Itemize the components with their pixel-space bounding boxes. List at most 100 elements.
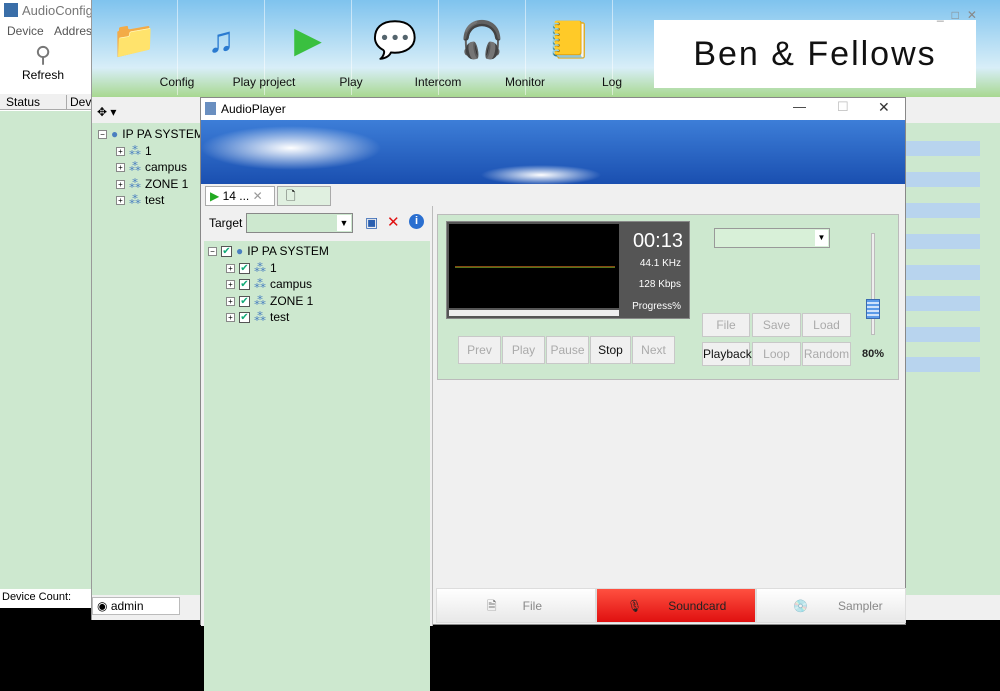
play-button[interactable]: Play	[502, 336, 545, 364]
checkbox[interactable]: ✔	[221, 246, 232, 258]
tree-node[interactable]: + ✔ ⁂ 1	[208, 260, 430, 277]
player-titlebar: AudioPlayer — ☐ ✕	[201, 98, 905, 120]
checkbox[interactable]: ✔	[239, 312, 250, 324]
stop-button[interactable]: Stop	[590, 336, 631, 364]
window-title: AudioConfig	[22, 3, 93, 18]
menu-device[interactable]: Device	[7, 24, 44, 38]
chat-bubble-icon: 💬	[372, 19, 418, 60]
target-tree[interactable]: − ✔ ● IP PA SYSTEM + ✔ ⁂ 1 + ✔ ⁂ campus + ✔ ⁂ ZONE 1…	[204, 241, 430, 691]
maximize-button[interactable]: ☐	[837, 99, 849, 115]
play-icon: ▶	[210, 189, 220, 203]
tree-node[interactable]: + ✔ ⁂ campus	[208, 276, 430, 293]
tree-menu[interactable]: ✥ ▾	[92, 105, 201, 123]
sky-banner	[201, 120, 905, 184]
new-tab-button[interactable]: 🗋	[277, 186, 331, 206]
volume-slider-thumb[interactable]	[866, 299, 880, 319]
source-tab-sampler[interactable]: 💿 Sampler	[756, 588, 906, 623]
toolbar-play-project-button[interactable]: ♫ Play project	[178, 0, 295, 95]
zone-tree[interactable]: − ● IP PA SYSTEM + ⁂ 1 + ⁂ campus + ⁂ ZONE 1 + ⁂ t…	[92, 123, 204, 595]
audio-file-icon: 🗎	[487, 599, 497, 613]
window-controls[interactable]: _□✕	[937, 8, 985, 22]
random-button[interactable]: Random	[802, 342, 851, 366]
toolbar-play-button[interactable]: ▶ Play	[265, 0, 363, 95]
column-device[interactable]: Dev	[66, 95, 91, 109]
waveform-display	[449, 224, 619, 308]
magnifier-icon: ⚲	[34, 42, 52, 67]
minimize-button[interactable]: —	[793, 99, 806, 114]
info-icon[interactable]: i	[409, 214, 424, 229]
player-title: AudioPlayer	[221, 102, 286, 116]
player-app-icon	[205, 102, 216, 115]
refresh-button[interactable]: ⚲ Refresh	[10, 42, 76, 88]
column-status[interactable]: Status	[6, 95, 40, 109]
globe-icon: ●	[111, 127, 119, 141]
headphones-icon: 🎧	[459, 19, 505, 60]
target-select[interactable]: ▼	[246, 213, 353, 233]
folder-gear-icon: 📁	[111, 19, 157, 60]
volume-slider-track[interactable]	[871, 233, 875, 335]
progress-label: Progress%	[632, 301, 681, 312]
network-icon: ⁂	[129, 160, 141, 174]
network-icon: ⁂	[254, 260, 266, 275]
progress-bar[interactable]	[449, 310, 619, 316]
globe-icon: ●	[236, 244, 244, 258]
bitrate: 128 Kbps	[638, 279, 681, 290]
tree-root[interactable]: − ✔ ● IP PA SYSTEM	[208, 243, 430, 260]
playback-button[interactable]: Playback	[702, 342, 752, 366]
tree-root[interactable]: − ● IP PA SYSTEM	[98, 126, 204, 143]
pause-button[interactable]: Pause	[546, 336, 589, 364]
toolbar-monitor-button[interactable]: 🎧 Monitor	[439, 0, 545, 95]
network-icon: ⁂	[129, 193, 141, 207]
tree-node[interactable]: + ✔ ⁂ ZONE 1	[208, 293, 430, 310]
sample-rate: 44.1 KHz	[639, 258, 681, 269]
next-button[interactable]: Next	[632, 336, 675, 364]
tree-node[interactable]: + ✔ ⁂ test	[208, 309, 430, 326]
tree-node[interactable]: + ⁂ test	[98, 192, 201, 209]
player-panel: 00:13 44.1 KHz 128 Kbps Progress% Prev P…	[437, 214, 899, 380]
time-display: 00:13	[632, 230, 683, 252]
toolbar-log-button[interactable]: 📒 Log	[526, 0, 622, 95]
checkbox[interactable]: ✔	[239, 262, 250, 274]
network-icon: ⁂	[254, 293, 266, 308]
music-disc-icon: ♫	[207, 19, 235, 60]
logo: Ben & Fellows	[654, 20, 976, 88]
audioplayer-window: AudioPlayer — ☐ ✕ ▶ 14 ... ✕ 🗋 Target ▼ …	[200, 97, 906, 691]
delete-icon[interactable]: ✕	[387, 213, 400, 231]
save-button[interactable]: Save	[752, 313, 801, 337]
file-button[interactable]: File	[702, 313, 750, 337]
network-icon: ⁂	[129, 143, 141, 158]
network-icon: ⁂	[254, 310, 266, 324]
play-icon: ▶	[294, 19, 322, 60]
device-grid[interactable]	[0, 111, 91, 589]
save-icon[interactable]: ▣	[365, 214, 378, 231]
app-icon	[4, 3, 18, 17]
volume-percent: 80%	[862, 348, 885, 360]
microphone-icon: 🎙	[627, 599, 643, 613]
tree-dropdown-icon[interactable]: ✥ ▾	[97, 105, 116, 119]
tree-node[interactable]: + ⁂ 1	[98, 143, 201, 160]
toolbar-label: Log	[601, 75, 623, 89]
tree-node[interactable]: + ⁂ campus	[98, 159, 201, 176]
network-icon: ⁂	[254, 277, 266, 291]
tab-playlist[interactable]: ▶ 14 ... ✕	[205, 186, 275, 206]
checkbox[interactable]: ✔	[239, 279, 250, 291]
toolbar-intercom-button[interactable]: 💬 Intercom	[352, 0, 461, 95]
device-count-label: Device Count:	[2, 591, 72, 603]
prev-button[interactable]: Prev	[458, 336, 501, 364]
refresh-label: Refresh	[21, 68, 65, 82]
notebook-icon: 📒	[546, 19, 592, 60]
network-icon: ⁂	[129, 176, 141, 191]
tab-close-icon[interactable]: ✕	[253, 189, 263, 203]
load-button[interactable]: Load	[802, 313, 851, 337]
tree-node[interactable]: + ⁂ ZONE 1	[98, 176, 201, 193]
close-button[interactable]: ✕	[878, 99, 890, 116]
source-tab-file[interactable]: 🗎 File	[436, 588, 596, 623]
source-tab-soundcard[interactable]: 🎙 Soundcard	[596, 588, 756, 623]
dvd-icon: 💿	[793, 599, 808, 613]
checkbox[interactable]: ✔	[239, 295, 250, 307]
loop-button[interactable]: Loop	[752, 342, 801, 366]
toolbar-config-button[interactable]: 📁 Config	[91, 0, 194, 95]
user-icon: ◉	[97, 599, 111, 613]
source-select[interactable]: ▼	[714, 228, 830, 248]
new-page-icon: 🗋	[286, 189, 296, 203]
